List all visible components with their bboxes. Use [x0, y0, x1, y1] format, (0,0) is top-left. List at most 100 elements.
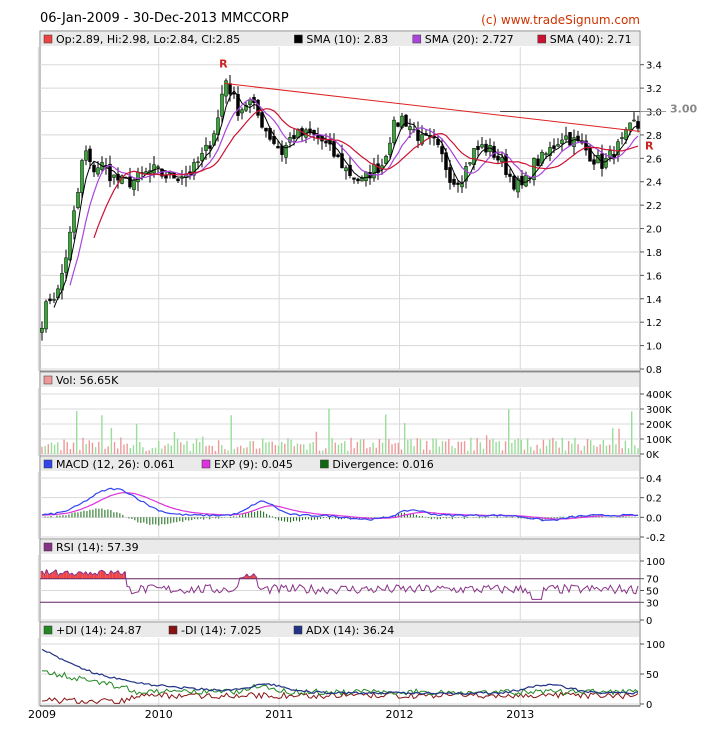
candle-body: [372, 164, 376, 179]
candle-body: [260, 112, 264, 128]
resistance-marker: R: [219, 58, 228, 71]
candle-body: [404, 114, 408, 127]
y-tick-label: 1.2: [646, 318, 662, 329]
candle-body: [176, 178, 180, 182]
y-tick-label: 2.6: [646, 154, 662, 165]
y-tick-label: 2.0: [646, 225, 662, 236]
legend-label: +DI (14): 24.87: [56, 624, 142, 637]
y-tick-label: 0: [646, 700, 652, 711]
candle-body: [164, 174, 168, 179]
candle-body: [92, 164, 96, 173]
candle-body: [624, 129, 628, 140]
candle-body: [544, 153, 548, 156]
candle-body: [492, 145, 496, 158]
y-tick-label: 100K: [646, 435, 672, 446]
legend-swatch: [320, 459, 329, 469]
candle-body: [384, 155, 388, 164]
candle-body: [344, 167, 348, 172]
legend-label: SMA (20): 2.727: [425, 33, 514, 46]
candle-body: [432, 136, 436, 139]
candle-body: [636, 121, 640, 129]
candle-body: [496, 155, 500, 161]
candle-body: [356, 178, 360, 182]
candle-body: [620, 137, 624, 139]
y-tick-label: 50: [646, 587, 659, 598]
candle-body: [560, 139, 564, 144]
candle-body: [352, 177, 356, 180]
resistance-value-label: 3.00: [670, 103, 697, 116]
candle-body: [208, 145, 212, 149]
candle-body: [628, 122, 632, 131]
x-tick-label: 2009: [28, 708, 56, 721]
y-tick-label: 0.2: [646, 494, 662, 505]
candle-body: [592, 159, 596, 165]
legend-label: Vol: 56.65K: [56, 374, 119, 387]
candle-body: [564, 135, 568, 140]
candle-body: [132, 179, 136, 190]
legend-swatch: [537, 34, 547, 44]
legend-swatch: [43, 542, 53, 552]
legend-swatch: [43, 625, 53, 635]
candle-body: [52, 299, 56, 301]
y-tick-label: 1.6: [646, 271, 662, 282]
candle-body: [240, 109, 244, 114]
candle-body: [196, 161, 200, 164]
y-tick-label: 1.0: [646, 342, 662, 353]
y-tick-label: 100: [646, 640, 665, 651]
candle-body: [292, 135, 296, 139]
y-tick-label: 0.0: [646, 513, 662, 524]
candle-body: [232, 92, 236, 95]
candle-body: [324, 140, 328, 144]
y-tick-label: -0.2: [646, 533, 666, 544]
candle-body: [156, 166, 160, 168]
candle-body: [604, 158, 608, 168]
resistance-marker: R: [645, 139, 654, 152]
y-tick-label: 0K: [646, 450, 659, 461]
y-tick-label: 1.4: [646, 295, 662, 306]
x-tick-label: 2010: [145, 708, 173, 721]
y-tick-label: 0.4: [646, 474, 662, 485]
candle-body: [336, 154, 340, 157]
legend-swatch: [43, 375, 53, 385]
candle-body: [228, 83, 232, 95]
x-tick-label: 2011: [265, 708, 293, 721]
candle-body: [48, 298, 52, 302]
legend-swatch: [412, 34, 422, 44]
legend-label: SMA (10): 2.83: [306, 33, 388, 46]
candle-body: [448, 167, 452, 183]
candle-body: [396, 122, 400, 127]
candle-body: [568, 132, 572, 146]
legend-label: SMA (40): 2.71: [550, 33, 632, 46]
candle-body: [556, 144, 560, 147]
y-tick-label: 2.4: [646, 178, 662, 189]
candle-body: [84, 150, 88, 161]
y-tick-label: 3.4: [646, 61, 662, 72]
legend-label: ADX (14): 36.24: [306, 624, 394, 637]
y-tick-label: 100: [646, 557, 665, 568]
y-tick-label: 2.2: [646, 201, 662, 212]
candle-body: [520, 175, 524, 186]
y-tick-label: 1.8: [646, 248, 662, 259]
candle-body: [512, 175, 516, 190]
legend-label: EXP (9): 0.045: [214, 458, 293, 471]
legend-swatch: [168, 625, 178, 635]
y-tick-label: 3.0: [646, 108, 662, 119]
candle-body: [524, 175, 528, 187]
candle-body: [152, 164, 156, 174]
legend-swatch: [293, 625, 303, 635]
legend-label: MACD (12, 26): 0.061: [56, 458, 175, 471]
legend-swatch: [43, 459, 53, 469]
x-tick-label: 2013: [506, 708, 534, 721]
candle-body: [276, 146, 280, 149]
candle-body: [204, 144, 208, 151]
candle-body: [508, 173, 512, 177]
legend-label: RSI (14): 57.39: [56, 541, 139, 554]
legend-label: Divergence: 0.016: [332, 458, 433, 471]
legend-swatch: [294, 34, 303, 44]
y-tick-label: 300K: [646, 405, 672, 416]
candle-body: [452, 179, 456, 185]
candle-body: [80, 160, 84, 193]
y-tick-label: 30: [646, 598, 659, 609]
candle-body: [64, 257, 68, 273]
candle-body: [200, 153, 204, 161]
